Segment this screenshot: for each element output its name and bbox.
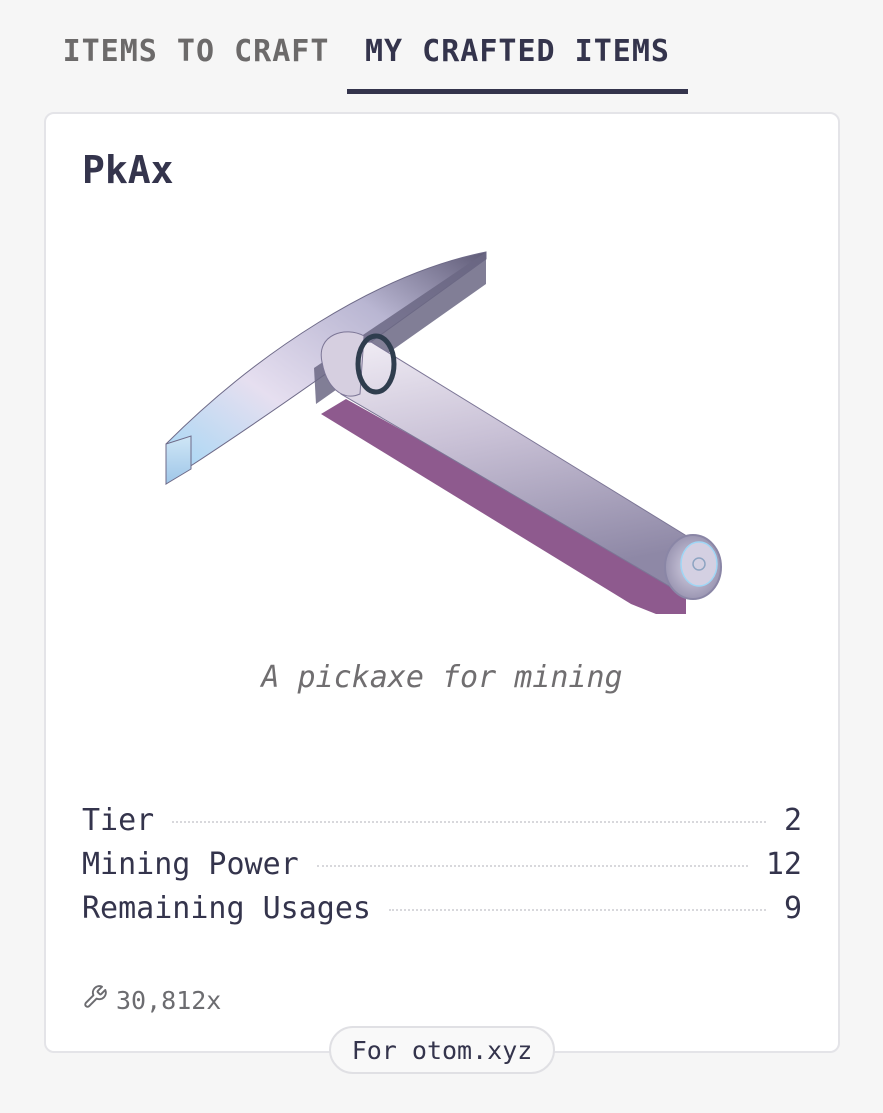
item-description: A pickaxe for mining xyxy=(261,660,623,695)
stat-label: Mining Power xyxy=(82,846,299,882)
footer-badge[interactable]: For otom.xyz xyxy=(329,1026,555,1074)
stat-value: 12 xyxy=(765,846,802,882)
tab-my-crafted-items[interactable]: MY CRAFTED ITEMS xyxy=(347,20,688,94)
tab-bar: ITEMS TO CRAFT MY CRAFTED ITEMS xyxy=(46,20,706,96)
wrench-icon xyxy=(82,984,116,1016)
stat-value: 9 xyxy=(783,890,802,926)
crafted-count: 30,812x xyxy=(82,984,221,1016)
item-card[interactable]: PkAx A pickaxe for mining Tier 2 Mining … xyxy=(44,112,840,1053)
dotted-leader xyxy=(316,865,748,867)
stat-value: 2 xyxy=(783,802,802,838)
stat-label: Remaining Usages xyxy=(82,890,371,926)
dotted-leader xyxy=(172,821,766,823)
tab-items-to-craft[interactable]: ITEMS TO CRAFT xyxy=(46,20,346,94)
stat-label: Tier xyxy=(82,802,155,838)
crafted-count-value: 30,812x xyxy=(116,985,222,1015)
item-title: PkAx xyxy=(82,148,174,192)
dotted-leader xyxy=(388,909,766,911)
stat-row-mining-power: Mining Power 12 xyxy=(82,842,802,886)
stat-row-remaining-usages: Remaining Usages 9 xyxy=(82,886,802,930)
item-stats: Tier 2 Mining Power 12 Remaining Usages … xyxy=(82,798,802,930)
pickaxe-icon xyxy=(146,244,746,614)
stat-row-tier: Tier 2 xyxy=(82,798,802,842)
